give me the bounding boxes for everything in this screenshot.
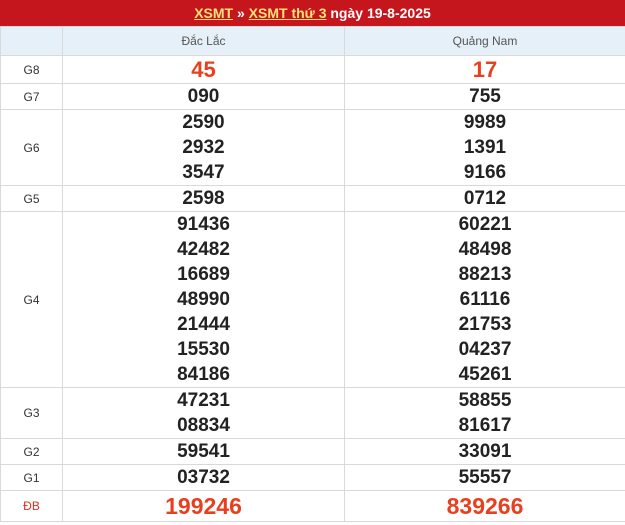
prize-label: G8 xyxy=(0,55,63,84)
prize-label: G5 xyxy=(0,185,63,212)
prize-number: 04237 xyxy=(458,339,512,360)
prize-cell-quang-nam: 9989 1391 9166 xyxy=(344,109,625,186)
prize-number: 21753 xyxy=(458,314,512,335)
prize-number: 08834 xyxy=(177,415,230,436)
prize-number: 61116 xyxy=(459,289,511,310)
xsmt-link[interactable]: XSMT xyxy=(194,5,233,21)
results-table: Đắc Lắc Quảng Nam G8 45 17 G7 090 755 G6 2590 29… xyxy=(0,26,625,522)
prize-cell-dak-lak: 2590 2932 3547 xyxy=(62,109,345,186)
prize-cell-dak-lak: 45 xyxy=(62,55,345,84)
prize-label: ĐB xyxy=(0,490,63,522)
results-body: G8 45 17 G7 090 755 G6 2590 2932 3547 9989 1391 9166… xyxy=(0,55,625,522)
table-row: G5 2598 0712 xyxy=(0,185,625,212)
table-row: G6 2590 2932 3547 9989 1391 9166 xyxy=(0,109,625,186)
prize-number: 2932 xyxy=(182,137,225,158)
prize-number: 839266 xyxy=(446,493,524,519)
prize-number: 81617 xyxy=(458,415,512,436)
prize-number: 1391 xyxy=(463,137,507,158)
table-row: G2 59541 33091 xyxy=(0,438,625,465)
xsmt-tuesday-link[interactable]: XSMT thứ 3 xyxy=(249,5,327,21)
prize-number: 48990 xyxy=(177,289,230,310)
prize-number: 84186 xyxy=(177,364,230,385)
results-container: XSMT » XSMT thứ 3 ngày 19-8-2025 Đắc Lắc… xyxy=(0,0,625,522)
prize-number: 2598 xyxy=(182,188,225,209)
results-title-bar: XSMT » XSMT thứ 3 ngày 19-8-2025 xyxy=(0,0,625,26)
prize-cell-quang-nam: 839266 xyxy=(344,490,625,522)
prize-label: G7 xyxy=(0,83,63,110)
prize-number: 16689 xyxy=(177,264,230,285)
table-row: G1 03732 55557 xyxy=(0,464,625,491)
prize-number: 48498 xyxy=(458,239,512,260)
prize-number: 0712 xyxy=(463,188,507,209)
prize-number: 17 xyxy=(472,57,498,82)
table-header-row: Đắc Lắc Quảng Nam xyxy=(0,26,625,56)
table-row: G7 090 755 xyxy=(0,83,625,110)
prize-number: 45261 xyxy=(458,364,512,385)
table-row: G8 45 17 xyxy=(0,55,625,84)
prize-cell-dak-lak: 47231 08834 xyxy=(62,387,345,439)
prize-cell-dak-lak: 199246 xyxy=(62,490,345,522)
prize-cell-dak-lak: 59541 xyxy=(62,438,345,465)
prize-label: G1 xyxy=(0,464,63,491)
prize-number: 9166 xyxy=(463,162,507,183)
table-row: G3 47231 08834 58855 81617 xyxy=(0,387,625,439)
header-province-dak-lak: Đắc Lắc xyxy=(62,26,345,56)
prize-cell-quang-nam: 58855 81617 xyxy=(344,387,625,439)
prize-cell-dak-lak: 090 xyxy=(62,83,345,110)
prize-cell-dak-lak: 91436 42482 16689 48990 21444 15530 84186 xyxy=(62,211,345,388)
prize-cell-dak-lak: 03732 xyxy=(62,464,345,491)
prize-cell-quang-nam: 17 xyxy=(344,55,625,84)
prize-number: 45 xyxy=(191,57,216,82)
prize-cell-quang-nam: 755 xyxy=(344,83,625,110)
prize-label: G4 xyxy=(0,211,63,388)
prize-number: 15530 xyxy=(177,339,230,360)
prize-number: 91436 xyxy=(177,214,230,235)
prize-label: G3 xyxy=(0,387,63,439)
prize-number: 199246 xyxy=(165,493,242,519)
table-row: G4 91436 42482 16689 48990 21444 15530 84186 602… xyxy=(0,211,625,388)
prize-number: 2590 xyxy=(182,112,225,133)
draw-date: ngày 19-8-2025 xyxy=(330,5,431,21)
prize-number: 090 xyxy=(187,86,220,107)
prize-cell-dak-lak: 2598 xyxy=(62,185,345,212)
prize-number: 33091 xyxy=(458,441,512,462)
prize-cell-quang-nam: 55557 xyxy=(344,464,625,491)
prize-number: 47231 xyxy=(177,390,230,411)
table-row: ĐB 199246 839266 xyxy=(0,490,625,522)
breadcrumb-separator: » xyxy=(236,5,245,21)
prize-number: 755 xyxy=(469,86,501,107)
prize-number: 03732 xyxy=(177,467,230,488)
prize-number: 55557 xyxy=(458,467,512,488)
prize-label: G2 xyxy=(0,438,63,465)
prize-number: 42482 xyxy=(177,239,230,260)
prize-label: G6 xyxy=(0,109,63,186)
prize-cell-quang-nam: 60221 48498 88213 61116 21753 04237 45261 xyxy=(344,211,625,388)
prize-cell-quang-nam: 33091 xyxy=(344,438,625,465)
prize-number: 59541 xyxy=(177,441,230,462)
prize-cell-quang-nam: 0712 xyxy=(344,185,625,212)
header-province-quang-nam: Quảng Nam xyxy=(344,26,625,56)
prize-number: 21444 xyxy=(177,314,230,335)
header-blank xyxy=(0,26,63,56)
prize-number: 9989 xyxy=(463,112,507,133)
prize-number: 88213 xyxy=(458,264,512,285)
prize-number: 58855 xyxy=(458,390,512,411)
prize-number: 3547 xyxy=(182,162,225,183)
prize-number: 60221 xyxy=(458,214,512,235)
